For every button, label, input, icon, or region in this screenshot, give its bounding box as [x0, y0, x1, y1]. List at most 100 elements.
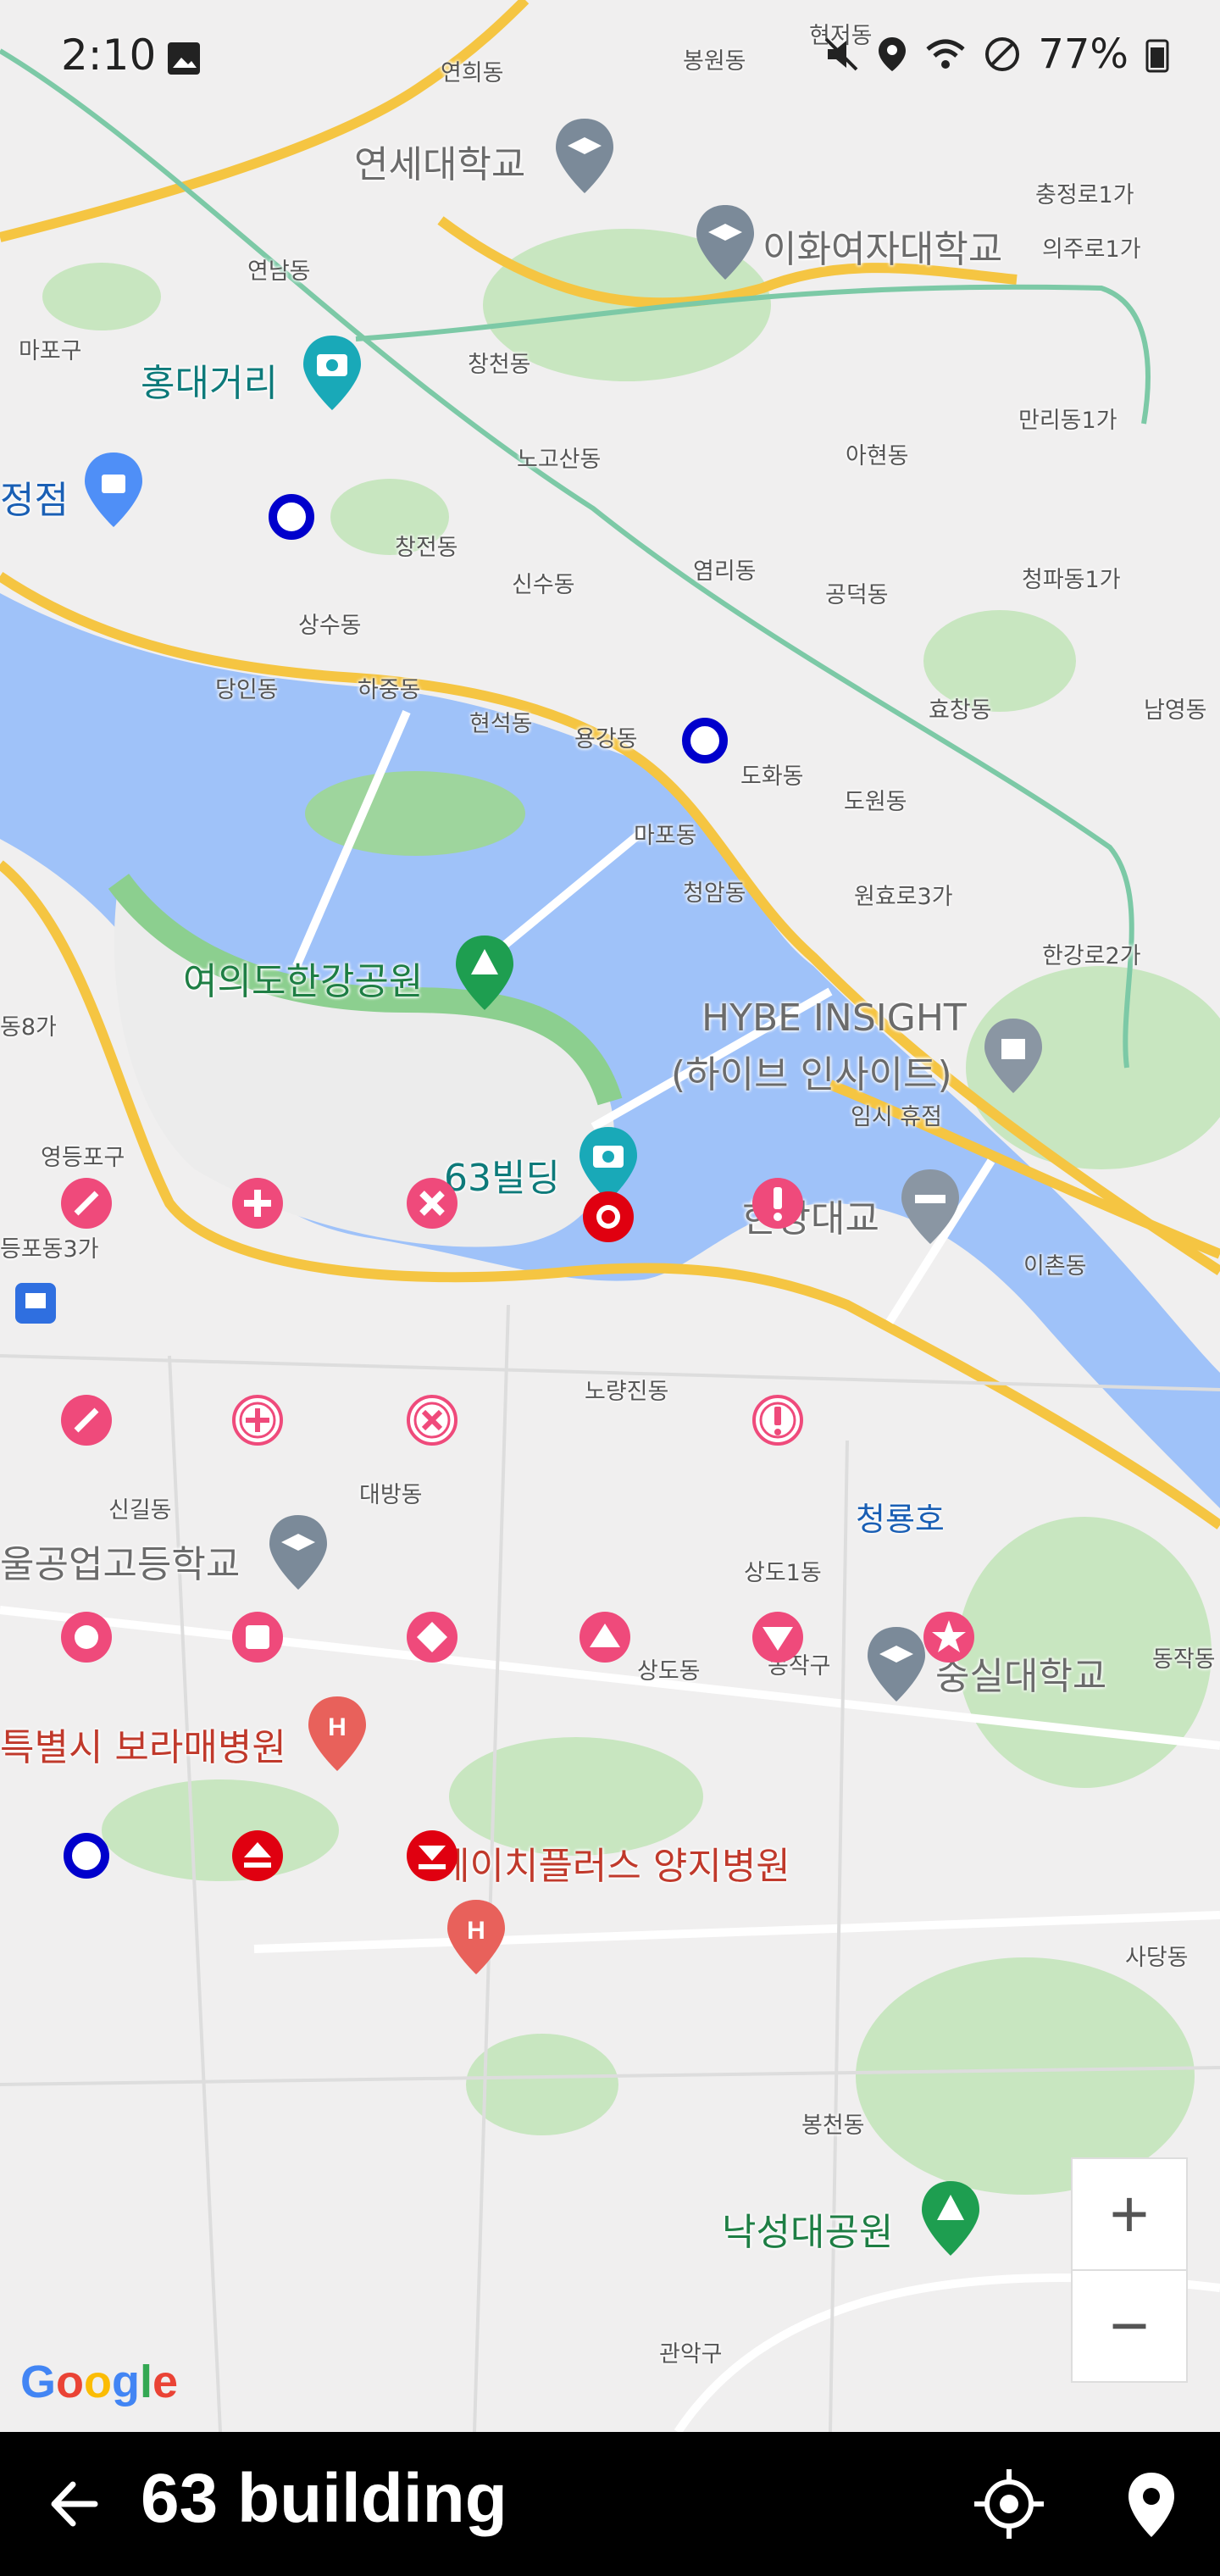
ring-red-marker-icon[interactable]: [581, 1190, 635, 1244]
wifi-icon: [926, 39, 965, 69]
map-label-yeongdeungpo3: 등포동3가: [0, 1236, 99, 1263]
park-pin-icon[interactable]: [917, 2176, 984, 2261]
map-label-sangsu: 상수동: [298, 613, 362, 639]
map-label-63building: 63빌딩: [444, 1157, 560, 1200]
status-time: 2:10: [61, 31, 157, 80]
triangle-down-marker-icon[interactable]: [751, 1610, 805, 1664]
map-label-yonggang: 용강동: [574, 726, 638, 752]
image-icon: [168, 42, 200, 75]
map-label-malli: 만리동1가: [1018, 408, 1117, 434]
page-title: 63 building: [141, 2460, 507, 2537]
back-arrow-icon[interactable]: [44, 2466, 112, 2542]
map-label-boramae: 특별시 보라매병원: [0, 1726, 286, 1769]
map-label-dohwa: 도화동: [740, 763, 804, 790]
map-label-yeongdeungpo: 영등포구: [41, 1145, 125, 1171]
status-icons: 77%: [823, 31, 1169, 78]
map-label-chungjeongno: 충정로1가: [1035, 182, 1134, 208]
google-logo: Google: [20, 2357, 179, 2407]
battery-percentage: 77%: [1038, 31, 1128, 78]
my-location-icon[interactable]: [971, 2466, 1047, 2542]
map-label-gongdeok: 공덕동: [825, 582, 889, 608]
plus-outline-marker-icon[interactable]: [230, 1393, 285, 1447]
map-label-ewha: 이화여자대학교: [762, 228, 1003, 271]
exclaim-marker-icon[interactable]: [751, 1176, 805, 1230]
map-label-jeongjeom: 정점: [0, 479, 69, 522]
map-label-sangdo: 상도동: [637, 1658, 701, 1685]
map-label-yonsei: 연세대학교: [354, 143, 526, 186]
map-label-dowon: 도원동: [844, 789, 907, 815]
map-view[interactable]: 연희동 봉원동 현저동 연세대학교 이화여자대학교 충정로1가 의주로1가 연남…: [0, 0, 1220, 2432]
map-label-technical-hs: 울공업고등학교: [0, 1543, 241, 1586]
triangle-up-marker-icon[interactable]: [578, 1610, 632, 1664]
map-label-hongdae: 홍대거리: [141, 362, 278, 405]
battery-icon: [1145, 39, 1169, 73]
bridge-pin-icon[interactable]: [896, 1164, 964, 1249]
subway-icon[interactable]: [15, 1283, 56, 1324]
map-label-hyochang: 효창동: [929, 697, 992, 724]
university-pin-icon[interactable]: [862, 1622, 930, 1707]
map-label-hybe: HYBE INSIGHT: [702, 997, 967, 1040]
university-pin-icon[interactable]: [691, 200, 759, 285]
map-label-sadang: 사당동: [1125, 1945, 1189, 1971]
mute-icon: [824, 37, 858, 71]
hospital-pin-icon[interactable]: H: [442, 1895, 510, 1979]
circle-marker-icon[interactable]: [59, 1610, 114, 1664]
map-label-hangang2: 한강로2가: [1042, 943, 1141, 969]
diamond-marker-icon[interactable]: [405, 1610, 459, 1664]
map-label-temp-closed: 임시 휴점: [851, 1104, 942, 1130]
x-marker-icon[interactable]: [405, 1176, 459, 1230]
up-red-marker-icon[interactable]: [230, 1829, 285, 1883]
map-label-mapo: 마포동: [634, 823, 697, 849]
university-pin-icon[interactable]: [551, 114, 618, 198]
map-label-yangji: 에이치플러스 양지병원: [435, 1845, 790, 1888]
camera-pin-icon[interactable]: [298, 330, 366, 415]
map-label-sinsu: 신수동: [512, 572, 575, 598]
location-icon: [879, 37, 907, 71]
map-label-changjeon: 창전동: [395, 535, 458, 561]
map-label-noryangjin: 노량진동: [585, 1379, 669, 1405]
shopping-pin-icon[interactable]: [80, 447, 147, 532]
museum-pin-icon[interactable]: [979, 1013, 1047, 1098]
square-marker-icon[interactable]: [230, 1610, 285, 1664]
svg-text:H: H: [328, 1713, 347, 1741]
university-pin-icon[interactable]: [264, 1510, 332, 1595]
x-outline-marker-icon[interactable]: [405, 1393, 459, 1447]
svg-text:H: H: [467, 1917, 485, 1945]
plus-marker-icon[interactable]: [230, 1176, 285, 1230]
map-label-uiju: 의주로1가: [1042, 236, 1141, 263]
map-label-sangdo1: 상도1동: [744, 1560, 822, 1586]
ring-blue-marker-icon[interactable]: [264, 490, 319, 544]
zoom-out-button[interactable]: −: [1071, 2269, 1188, 2383]
map-label-ichon: 이촌동: [1023, 1253, 1087, 1280]
park-pin-icon[interactable]: [451, 930, 518, 1015]
ring-blue-marker-icon[interactable]: [59, 1829, 114, 1883]
bottom-app-bar: 63 building: [0, 2432, 1220, 2576]
map-label-gwanak: 관악구: [659, 2341, 723, 2368]
star-marker-icon[interactable]: [922, 1610, 976, 1664]
map-label-yeonnam: 연남동: [247, 258, 311, 285]
map-label-hajung: 하중동: [358, 677, 421, 703]
down-red-marker-icon[interactable]: [405, 1829, 459, 1883]
ring-blue-marker-icon[interactable]: [678, 713, 732, 768]
map-label-hybe-kr: (하이브 인사이트): [671, 1053, 952, 1096]
map-label-hyeonseok: 현석동: [469, 711, 533, 737]
map-label-cheongam: 청암동: [683, 880, 746, 907]
map-label-singil: 신길동: [108, 1497, 172, 1524]
hospital-pin-icon[interactable]: H: [303, 1691, 371, 1776]
map-label-namyeong: 남영동: [1144, 697, 1207, 724]
map-label-changcheon: 창천동: [468, 352, 531, 378]
map-label-dongjak: 동작동: [1152, 1646, 1216, 1673]
map-label-yeouido-park: 여의도한강공원: [183, 960, 424, 1003]
slash-marker-icon[interactable]: [59, 1393, 114, 1447]
place-pin-icon[interactable]: [1113, 2466, 1190, 2542]
map-label-ahyeon: 아현동: [846, 443, 909, 469]
zoom-in-button[interactable]: +: [1071, 2157, 1188, 2271]
map-label-yeomni: 염리동: [693, 558, 757, 585]
map-label-wonhyoro: 원효로3가: [854, 884, 953, 910]
map-label-mapogu: 마포구: [19, 338, 82, 364]
status-bar: 2:10 77%: [0, 0, 1220, 110]
exclaim-outline-marker-icon[interactable]: [751, 1393, 805, 1447]
map-label-dangin: 당인동: [215, 677, 279, 703]
slash-marker-icon[interactable]: [59, 1176, 114, 1230]
dnd-icon: [985, 37, 1020, 71]
